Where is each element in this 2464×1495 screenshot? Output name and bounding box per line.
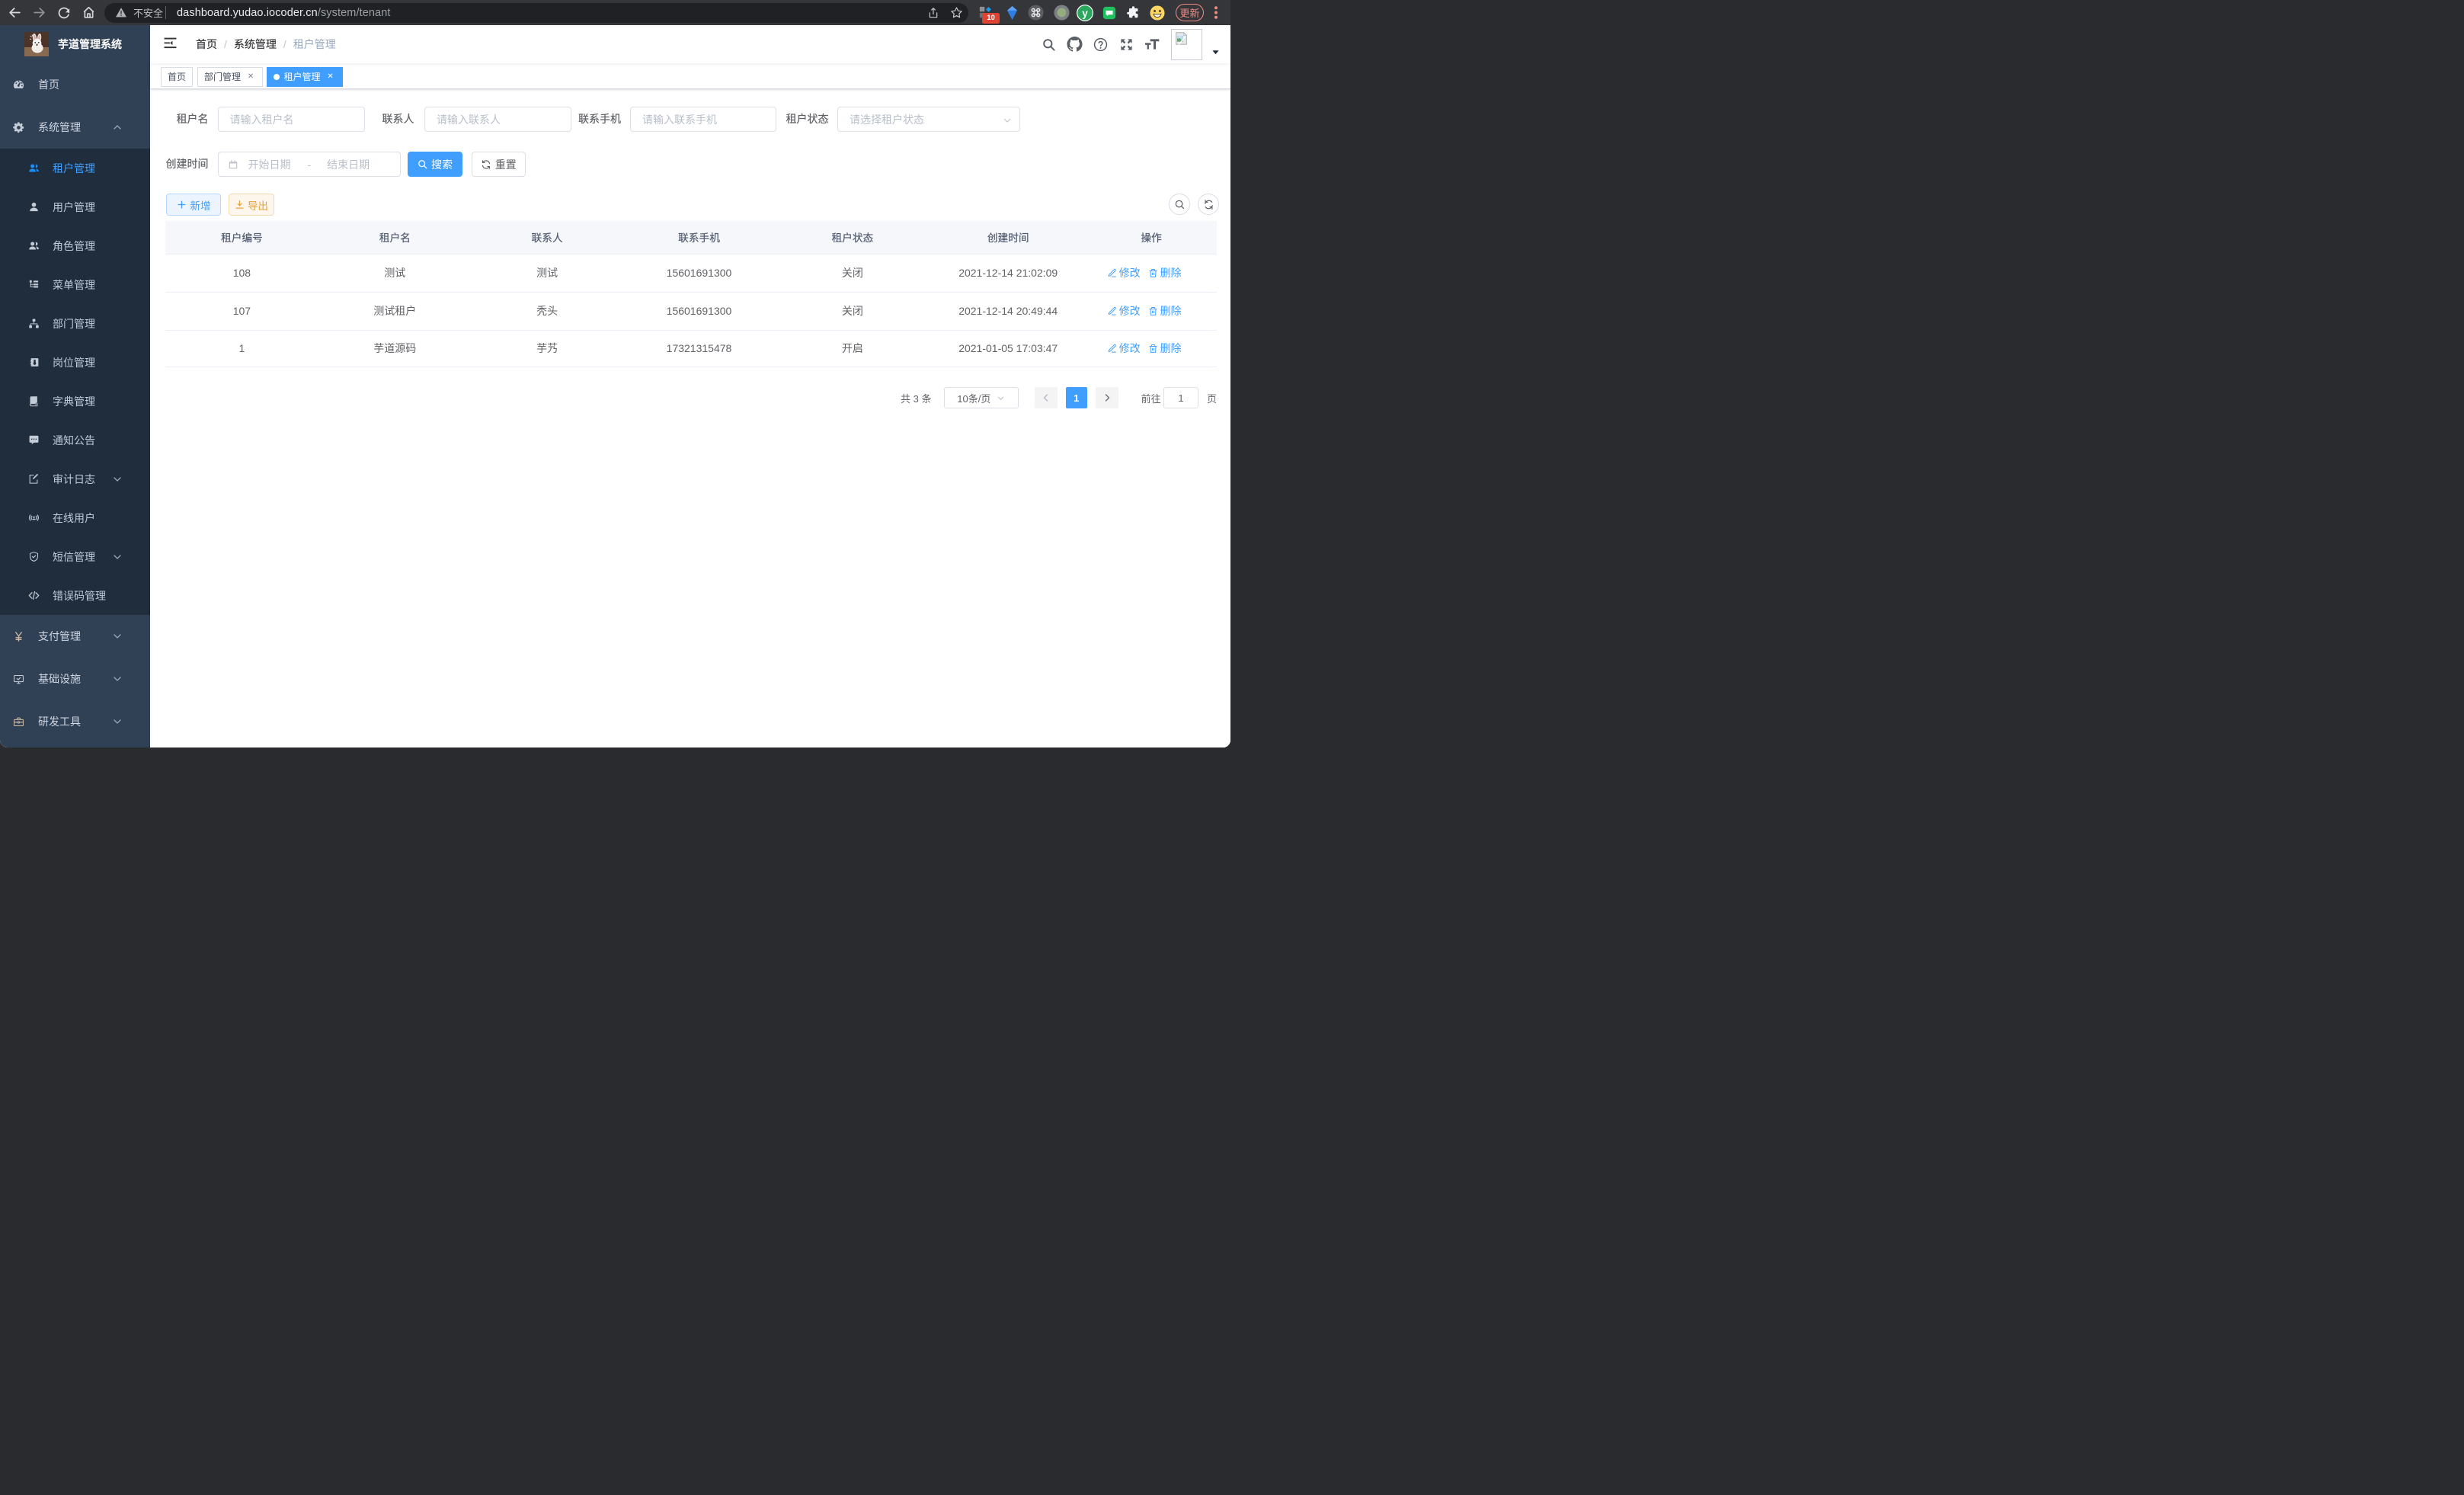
svg-text:y: y (1082, 7, 1088, 18)
